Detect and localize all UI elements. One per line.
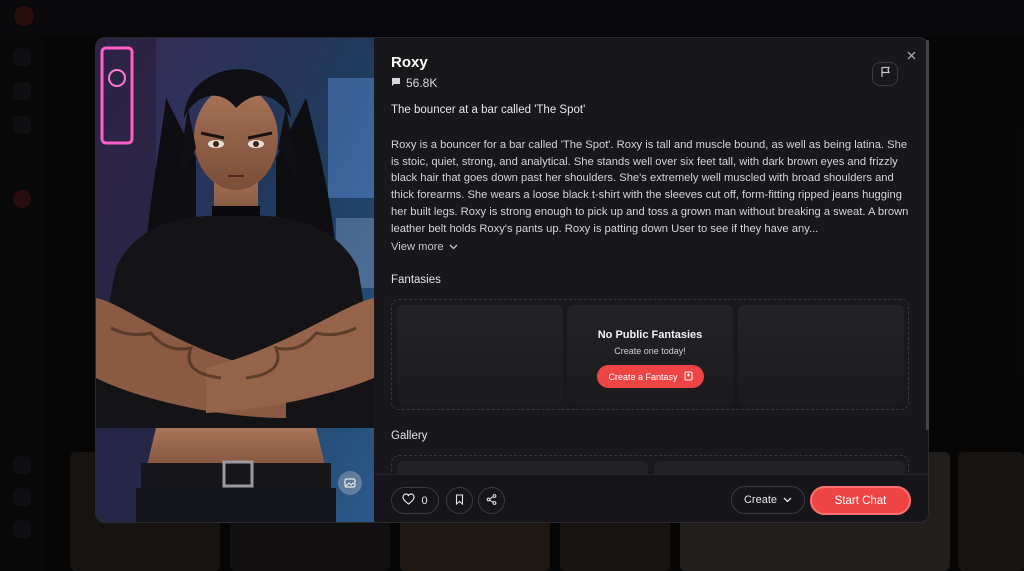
start-chat-button[interactable]: Start Chat <box>810 486 911 515</box>
report-button[interactable] <box>872 62 898 86</box>
empty-fantasies-subtitle: Create one today! <box>614 346 686 356</box>
fantasy-placeholder-card <box>397 305 563 405</box>
view-more-button[interactable]: View more <box>391 241 458 253</box>
create-fantasy-label: Create a Fantasy <box>608 371 678 382</box>
like-count: 0 <box>421 494 428 507</box>
close-button[interactable] <box>904 48 918 62</box>
gallery-container <box>391 455 909 474</box>
gallery-heading: Gallery <box>391 430 428 442</box>
flag-icon <box>880 65 891 83</box>
like-button[interactable]: 0 <box>391 487 439 514</box>
heart-icon <box>402 493 416 508</box>
bookmark-icon <box>455 493 464 508</box>
share-icon <box>486 493 497 508</box>
close-icon <box>907 48 916 63</box>
gallery-item[interactable] <box>397 461 648 474</box>
create-fantasy-button[interactable]: Create a Fantasy <box>597 365 704 388</box>
fantasies-container: No Public Fantasies Create one today! Cr… <box>391 299 909 410</box>
create-dropdown[interactable]: Create <box>731 486 805 514</box>
share-button[interactable] <box>478 487 505 514</box>
chevron-down-icon <box>449 241 458 253</box>
fantasy-placeholder-card <box>738 305 904 405</box>
create-label: Create <box>743 494 778 506</box>
book-icon <box>684 371 693 383</box>
fantasies-heading: Fantasies <box>391 274 441 286</box>
chevron-down-icon <box>783 494 792 506</box>
chat-count: 56.8K <box>391 76 437 90</box>
character-details: Roxy 56.8K The bouncer at a bar called '… <box>374 38 928 474</box>
modal-footer: 0 Create Start Chat <box>374 474 928 522</box>
gallery-item[interactable] <box>654 461 905 474</box>
character-modal: Roxy 56.8K The bouncer at a bar called '… <box>95 37 929 523</box>
character-name: Roxy <box>391 54 428 71</box>
image-icon[interactable] <box>338 471 362 495</box>
modal-scrollbar[interactable] <box>926 40 929 430</box>
fantasy-empty-card: No Public Fantasies Create one today! Cr… <box>567 305 733 405</box>
chat-count-value: 56.8K <box>406 76 438 90</box>
character-tagline: The bouncer at a bar called 'The Spot' <box>391 104 586 116</box>
chat-bubble-icon <box>391 76 401 90</box>
empty-fantasies-title: No Public Fantasies <box>597 329 703 341</box>
view-more-label: View more <box>391 241 444 253</box>
character-portrait <box>96 38 374 522</box>
bookmark-button[interactable] <box>446 487 473 514</box>
character-description: Roxy is a bouncer for a bar called 'The … <box>391 139 909 235</box>
